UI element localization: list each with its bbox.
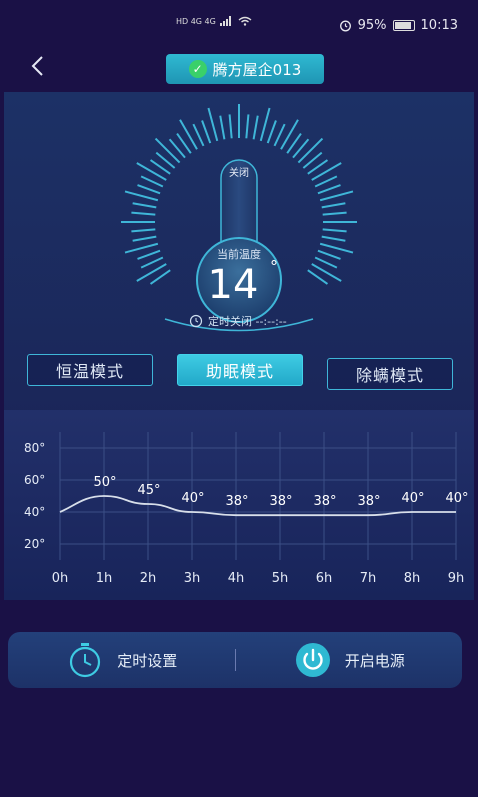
mode-label: 除螨模式 <box>355 366 424 385</box>
gauge-tick <box>154 137 181 164</box>
signal-icon <box>219 16 231 26</box>
gauge-tick <box>140 256 164 269</box>
gauge-tick <box>321 202 346 209</box>
gauge-tick <box>201 120 212 144</box>
point-label: 40° <box>401 491 424 506</box>
gauge-tick <box>322 211 347 216</box>
point-label: 40° <box>181 491 204 506</box>
clock-time: 10:13 <box>420 18 458 33</box>
gauge-tick <box>317 249 341 260</box>
timer-setting-button[interactable]: 定时设置 <box>8 632 235 688</box>
gauge-tick <box>132 202 157 209</box>
gauge-tick <box>321 235 346 242</box>
gauge-tick <box>131 228 156 233</box>
x-tick-label: 9h <box>448 571 465 586</box>
app-header: ✓ 腾方屋企013 <box>0 44 478 92</box>
battery-icon <box>392 20 415 31</box>
check-circle-icon: ✓ <box>188 60 207 78</box>
y-tick-label: 40° <box>24 505 45 519</box>
gauge-tick <box>137 184 161 195</box>
y-tick-label: 60° <box>24 473 45 487</box>
temperature-curve-chart: 80° 60° 40° 20° 0h 1h 2h 3h 4h 5h 6h 7h 8h 9h 50° 45°… <box>4 410 474 600</box>
point-label: 50° <box>93 475 116 490</box>
point-label: 38° <box>313 494 336 509</box>
gauge-tick <box>131 211 156 216</box>
mode-button-constant[interactable]: 恒温模式 <box>27 354 153 386</box>
timer-off-row: 定时关闭 --:--:-- <box>189 314 287 328</box>
status-bar: HD 4G 4G 95% 10:13 <box>0 0 478 44</box>
point-label: 45° <box>137 483 160 498</box>
device-title: ✓ 腾方屋企013 <box>166 54 324 84</box>
x-tick-label: 6h <box>316 571 333 586</box>
point-label: 38° <box>357 494 380 509</box>
x-tick-label: 8h <box>404 571 421 586</box>
device-name: 腾方屋企013 <box>212 60 302 79</box>
alarm-icon <box>339 20 351 32</box>
status-right: 95% 10:13 <box>339 18 458 33</box>
gauge-tick <box>192 123 205 147</box>
gauge-tick <box>297 137 324 164</box>
gauge-tick <box>207 107 219 142</box>
x-tick-label: 7h <box>360 571 377 586</box>
gauge-tick <box>317 184 341 195</box>
current-temp-value: 14 <box>208 262 259 308</box>
bottom-action-bar: 定时设置 开启电源 <box>8 632 462 688</box>
point-label: 38° <box>225 494 248 509</box>
gauge-tick <box>132 235 157 242</box>
gauge-tick <box>219 115 226 140</box>
gauge-tick <box>137 249 161 260</box>
y-tick-label: 20° <box>24 537 45 551</box>
point-label: 38° <box>269 494 292 509</box>
x-tick-label: 3h <box>184 571 201 586</box>
chevron-left-icon[interactable] <box>24 52 52 80</box>
gauge-tick <box>252 115 259 140</box>
gauge-tick <box>140 175 164 188</box>
temperature-gauge: 关闭 当前温度 14 ° 定时关闭 --:--:-- <box>121 104 357 332</box>
gauge-tick <box>322 228 347 233</box>
gauge-tick <box>314 175 338 188</box>
current-temp-degree: ° <box>270 257 278 276</box>
network-text: HD 4G 4G <box>176 16 216 26</box>
x-tick-label: 1h <box>96 571 113 586</box>
y-tick-label: 80° <box>24 441 45 455</box>
wifi-icon <box>238 16 252 26</box>
x-tick-label: 2h <box>140 571 157 586</box>
gauge-top-label: 关闭 <box>229 166 249 179</box>
stopwatch-icon <box>70 643 101 678</box>
mode-button-sleep[interactable]: 助眠模式 <box>177 354 303 386</box>
current-temp-label: 当前温度 <box>217 247 261 261</box>
gauge-tick <box>245 114 250 139</box>
mode-button-mite[interactable]: 除螨模式 <box>327 358 453 390</box>
gauge-tick <box>259 107 271 142</box>
timer-setting-label: 定时设置 <box>117 651 178 670</box>
gauge-tick <box>124 190 159 202</box>
gauge-tick <box>273 123 286 147</box>
x-tick-label: 5h <box>272 571 289 586</box>
power-icon <box>295 643 330 677</box>
power-on-button[interactable]: 开启电源 <box>236 632 463 688</box>
gauge-tick <box>124 242 159 254</box>
battery-percent: 95% <box>357 18 387 33</box>
timer-off-text: 定时关闭 --:--:-- <box>208 314 287 328</box>
gauge-tick <box>314 256 338 269</box>
gauge-tick <box>266 120 277 144</box>
power-on-label: 开启电源 <box>344 651 405 670</box>
x-tick-label: 4h <box>228 571 245 586</box>
mode-label: 恒温模式 <box>55 362 124 381</box>
gauge-tick <box>228 114 233 139</box>
gauge-tick <box>319 190 354 202</box>
gauge-tick <box>319 242 354 254</box>
point-label: 40° <box>445 491 468 506</box>
mode-label: 助眠模式 <box>205 362 274 381</box>
x-tick-label: 0h <box>52 571 69 586</box>
mode-selector: 恒温模式 助眠模式 除螨模式 <box>0 352 478 392</box>
network-indicators: HD 4G 4G <box>176 16 252 26</box>
